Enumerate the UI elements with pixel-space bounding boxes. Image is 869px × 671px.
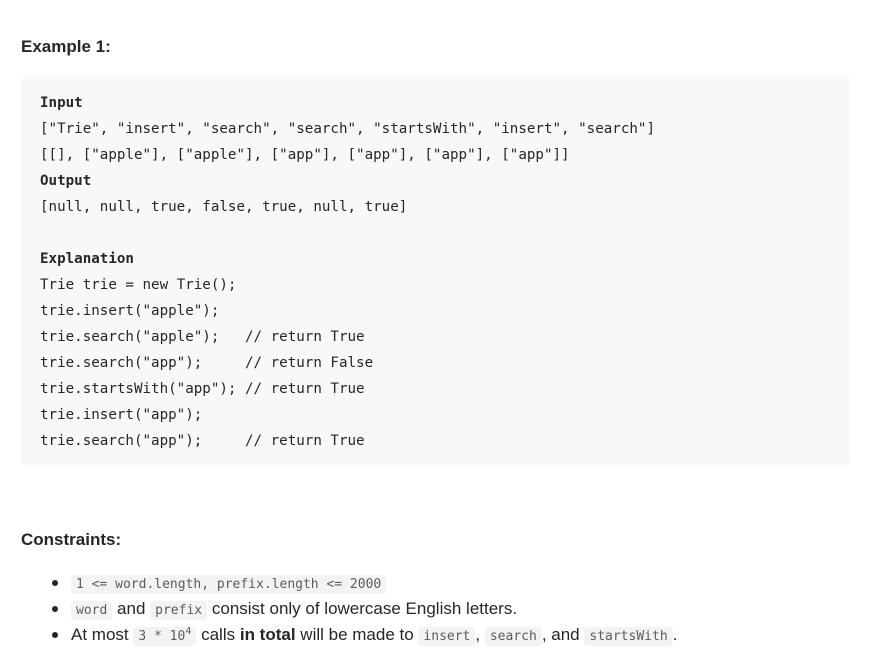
startswith-code: startsWith [584, 627, 673, 646]
in-total-emphasis: in total [239, 625, 296, 644]
example-heading: Example 1: [21, 37, 111, 56]
code-line: ["Trie", "insert", "search", "search", "… [40, 121, 655, 137]
constraint-text: will be made to [300, 625, 414, 644]
constraint-text: calls [201, 625, 236, 644]
separator: , and [541, 625, 580, 644]
constraints-heading: Constraints: [21, 530, 122, 549]
bullet-icon [52, 632, 58, 638]
code-line: trie.insert("apple"); [40, 303, 220, 319]
calls-limit-code: 3 * 104 [133, 626, 197, 646]
code-section-label: Explanation [40, 251, 134, 267]
constraint-length-code: 1 <= word.length, prefix.length <= 2000 [71, 575, 387, 594]
word-code: word [71, 601, 113, 620]
constraints-list: 1 <= word.length, prefix.length <= 2000 … [21, 570, 677, 648]
code-line: trie.search("app"); // return False [40, 355, 374, 371]
code-line: Trie trie = new Trie(); [40, 277, 237, 293]
code-line: trie.search("apple"); // return True [40, 329, 365, 345]
code-line: trie.insert("app"); [40, 407, 203, 423]
separator: , [475, 625, 481, 644]
constraint-text: consist only of lowercase English letter… [211, 599, 518, 618]
constraint-calls: At most 3 * 104 calls in total will be m… [21, 622, 677, 648]
bullet-icon [52, 580, 58, 586]
search-code: search [484, 627, 542, 646]
constraint-text: and [117, 599, 146, 618]
code-section-label: Input [40, 95, 83, 111]
calls-limit-exponent: 4 [185, 626, 192, 637]
code-section-label: Output [40, 173, 92, 189]
code-line: trie.search("app"); // return True [40, 433, 365, 449]
code-lines: Input ["Trie", "insert", "search", "searc… [40, 90, 655, 454]
constraint-lowercase: word and prefix consist only of lowercas… [21, 596, 677, 622]
period: . [672, 625, 678, 644]
bullet-icon [52, 606, 58, 612]
code-line: [[], ["apple"], ["apple"], ["app"], ["ap… [40, 147, 570, 163]
insert-code: insert [418, 627, 476, 646]
constraint-text: At most [71, 625, 129, 644]
prefix-code: prefix [150, 601, 208, 620]
example-code-block: Input ["Trie", "insert", "search", "searc… [21, 77, 850, 465]
code-line: trie.startsWith("app"); // return True [40, 381, 365, 397]
constraint-length: 1 <= word.length, prefix.length <= 2000 [21, 570, 677, 596]
code-line: [null, null, true, false, true, null, tr… [40, 199, 408, 215]
calls-limit-base: 3 * 10 [138, 629, 186, 644]
